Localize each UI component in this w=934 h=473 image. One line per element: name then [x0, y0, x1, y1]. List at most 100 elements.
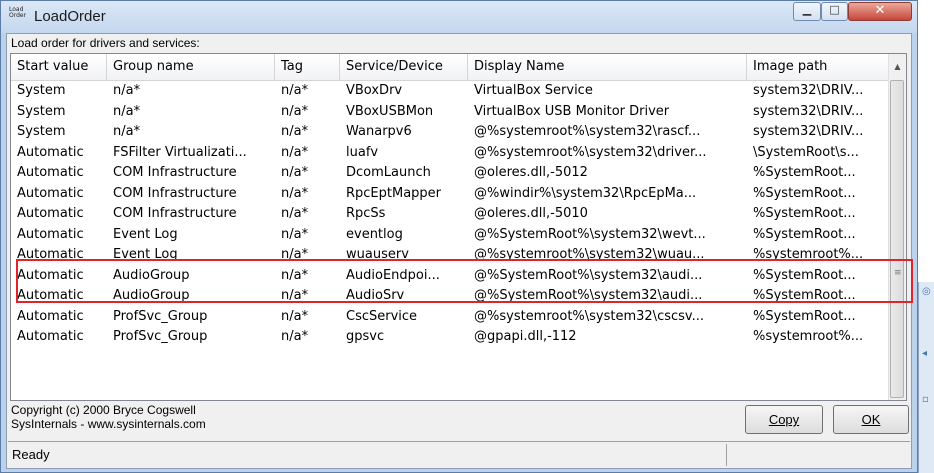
cell-tag: n/a*	[281, 103, 309, 119]
cell-start-value: Automatic	[17, 144, 84, 160]
title-bar[interactable]: Load Order LoadOrder ▁ □ ✕	[1, 1, 917, 33]
cell-group-name: n/a*	[113, 83, 141, 98]
cell-display-name: VirtualBox Service	[474, 83, 593, 98]
copyright-line-1: Copyright (c) 2000 Bryce Cogswell	[11, 403, 196, 417]
column-header-tag[interactable]: Tag	[275, 54, 340, 80]
column-header-image-path[interactable]: Image path	[747, 54, 889, 80]
cell-display-name: @%SystemRoot%\system32\wevt...	[474, 226, 706, 242]
column-header-service-device[interactable]: Service/Device	[340, 54, 468, 80]
cell-tag: n/a*	[281, 206, 309, 221]
arrow-left-icon: ◂	[922, 348, 928, 359]
cell-tag: n/a*	[281, 329, 309, 344]
cell-display-name: @%systemroot%\system32\driver...	[474, 144, 707, 160]
cell-display-name: @gpapi.dll,-112	[474, 329, 577, 344]
cell-display-name: @oleres.dll,-5010	[474, 206, 588, 221]
column-header-group-name[interactable]: Group name	[107, 54, 275, 80]
list-rows: System n/a* n/a* VBoxDrv VirtualBox Service s…	[11, 81, 889, 348]
cell-tag: n/a*	[281, 124, 309, 139]
cell-start-value: Automatic	[17, 308, 84, 324]
cell-service-device: CscService	[346, 308, 418, 324]
cell-start-value: Automatic	[17, 206, 84, 221]
vertical-scrollbar[interactable]: ▲ ≡	[888, 54, 906, 400]
table-row[interactable]: Automatic COM Infrastructure n/a* RpcEptMap…	[11, 184, 889, 205]
table-row[interactable]: Automatic COM Infrastructure n/a* DcomLaunc…	[11, 163, 889, 184]
cell-image-path: %SystemRoot...	[753, 185, 856, 201]
cell-start-value: Automatic	[17, 185, 84, 201]
cell-tag: n/a*	[281, 165, 309, 180]
cell-service-device: RpcEptMapper	[346, 185, 442, 201]
cell-image-path: \SystemRoot\s...	[753, 144, 859, 160]
ok-button[interactable]: OK	[833, 405, 909, 434]
table-row[interactable]: Automatic ProfSvc_Group n/a* CscService @%sy…	[11, 307, 889, 328]
table-row[interactable]: Automatic Event Log n/a* eventlog @%SystemRo…	[11, 225, 889, 246]
column-header-display-name[interactable]: Display Name	[468, 54, 747, 80]
close-button[interactable]: ✕	[848, 2, 912, 21]
cell-tag: n/a*	[281, 308, 309, 324]
cell-group-name: n/a*	[113, 124, 141, 139]
table-row[interactable]: Automatic AudioGroup n/a* AudioEndpoi... @%S…	[11, 266, 889, 287]
table-row[interactable]: Automatic COM Infrastructure n/a* RpcSs @ole…	[11, 204, 889, 225]
cell-image-path: %SystemRoot...	[753, 165, 856, 180]
cell-start-value: Automatic	[17, 267, 84, 283]
table-row[interactable]: Automatic AudioGroup n/a* AudioSrv @%SystemR…	[11, 286, 889, 307]
table-row[interactable]: Automatic ProfSvc_Group n/a* gpsvc @gpapi.dl…	[11, 327, 889, 348]
cell-group-name: Event Log	[113, 247, 178, 262]
table-row[interactable]: System n/a* n/a* VBoxUSBMon VirtualBox USB M…	[11, 102, 889, 123]
copyright-line-2: SysInternals - www.sysinternals.com	[11, 417, 206, 431]
scroll-thumb[interactable]: ≡	[890, 80, 904, 398]
list-caption: Load order for drivers and services:	[11, 36, 200, 50]
cell-display-name: @%SystemRoot%\system32\audi...	[474, 288, 703, 303]
window-title: LoadOrder	[34, 8, 106, 25]
cell-tag: n/a*	[281, 83, 309, 98]
table-row[interactable]: System n/a* n/a* Wanarpv6 @%systemroot%\syst…	[11, 122, 889, 143]
cell-display-name: @%systemroot%\system32\cscsv...	[474, 308, 704, 324]
cell-start-value: Automatic	[17, 226, 84, 242]
scroll-up-arrow-icon[interactable]: ▲	[889, 54, 906, 80]
cell-start-value: Automatic	[17, 329, 84, 344]
cell-tag: n/a*	[281, 267, 309, 283]
cell-group-name: FSFilter Virtualizati...	[113, 144, 247, 160]
cell-group-name: COM Infrastructure	[113, 165, 237, 180]
cell-display-name: @%windir%\system32\RpcEpMa...	[474, 185, 697, 201]
dialog-client: Load order for drivers and services: Sta…	[6, 33, 912, 469]
cell-image-path: %systemroot%...	[753, 247, 864, 262]
app-icon: Load Order	[9, 6, 27, 19]
cell-image-path: system32\DRIV...	[753, 124, 864, 139]
cell-tag: n/a*	[281, 226, 309, 242]
grip-icon: ≡	[894, 268, 902, 278]
cell-start-value: System	[17, 83, 66, 98]
cell-service-device: wuauserv	[346, 247, 409, 262]
cell-display-name: @%SystemRoot%\system32\audi...	[474, 267, 703, 283]
minimize-button[interactable]: ▁	[793, 2, 821, 21]
cell-image-path: %SystemRoot...	[753, 226, 856, 242]
cell-service-device: gpsvc	[346, 329, 385, 344]
cell-service-device: AudioEndpoi...	[346, 267, 440, 283]
cell-display-name: @%systemroot%\system32\rascf...	[474, 124, 701, 139]
table-row[interactable]: System n/a* n/a* VBoxDrv VirtualBox Service s…	[11, 81, 889, 102]
maximize-button[interactable]: □	[821, 2, 848, 21]
cell-service-device: RpcSs	[346, 206, 386, 221]
cell-display-name: @%systemroot%\system32\wuau...	[474, 247, 705, 262]
table-row[interactable]: Automatic Event Log n/a* wuauserv @%systemro…	[11, 245, 889, 266]
cell-service-device: DcomLaunch	[346, 165, 431, 180]
status-text: Ready	[12, 447, 50, 462]
status-bar: Ready	[8, 441, 910, 468]
table-row[interactable]: Automatic FSFilter Virtualizati... n/a* lua…	[11, 143, 889, 164]
minimize-icon: ▁	[802, 3, 812, 16]
cell-group-name: COM Infrastructure	[113, 206, 237, 221]
cell-start-value: Automatic	[17, 288, 84, 303]
cell-start-value: Automatic	[17, 247, 84, 262]
cell-service-device: eventlog	[346, 226, 403, 242]
column-header-start-value[interactable]: Start value	[11, 54, 107, 80]
load-order-list[interactable]: Start value Group name Tag Service/Devic…	[10, 53, 907, 401]
cell-image-path: system32\DRIV...	[753, 83, 864, 98]
cell-image-path: %SystemRoot...	[753, 267, 856, 283]
cell-start-value: System	[17, 103, 66, 119]
list-header: Start value Group name Tag Service/Devic…	[11, 54, 889, 81]
copy-button[interactable]: Copy	[745, 405, 823, 434]
cell-group-name: ProfSvc_Group	[113, 329, 208, 344]
cell-start-value: System	[17, 124, 66, 139]
copyright-text: Copyright (c) 2000 Bryce Cogswell SysInt…	[11, 403, 206, 431]
status-divider	[726, 444, 727, 466]
cell-display-name: @oleres.dll,-5012	[474, 165, 588, 180]
